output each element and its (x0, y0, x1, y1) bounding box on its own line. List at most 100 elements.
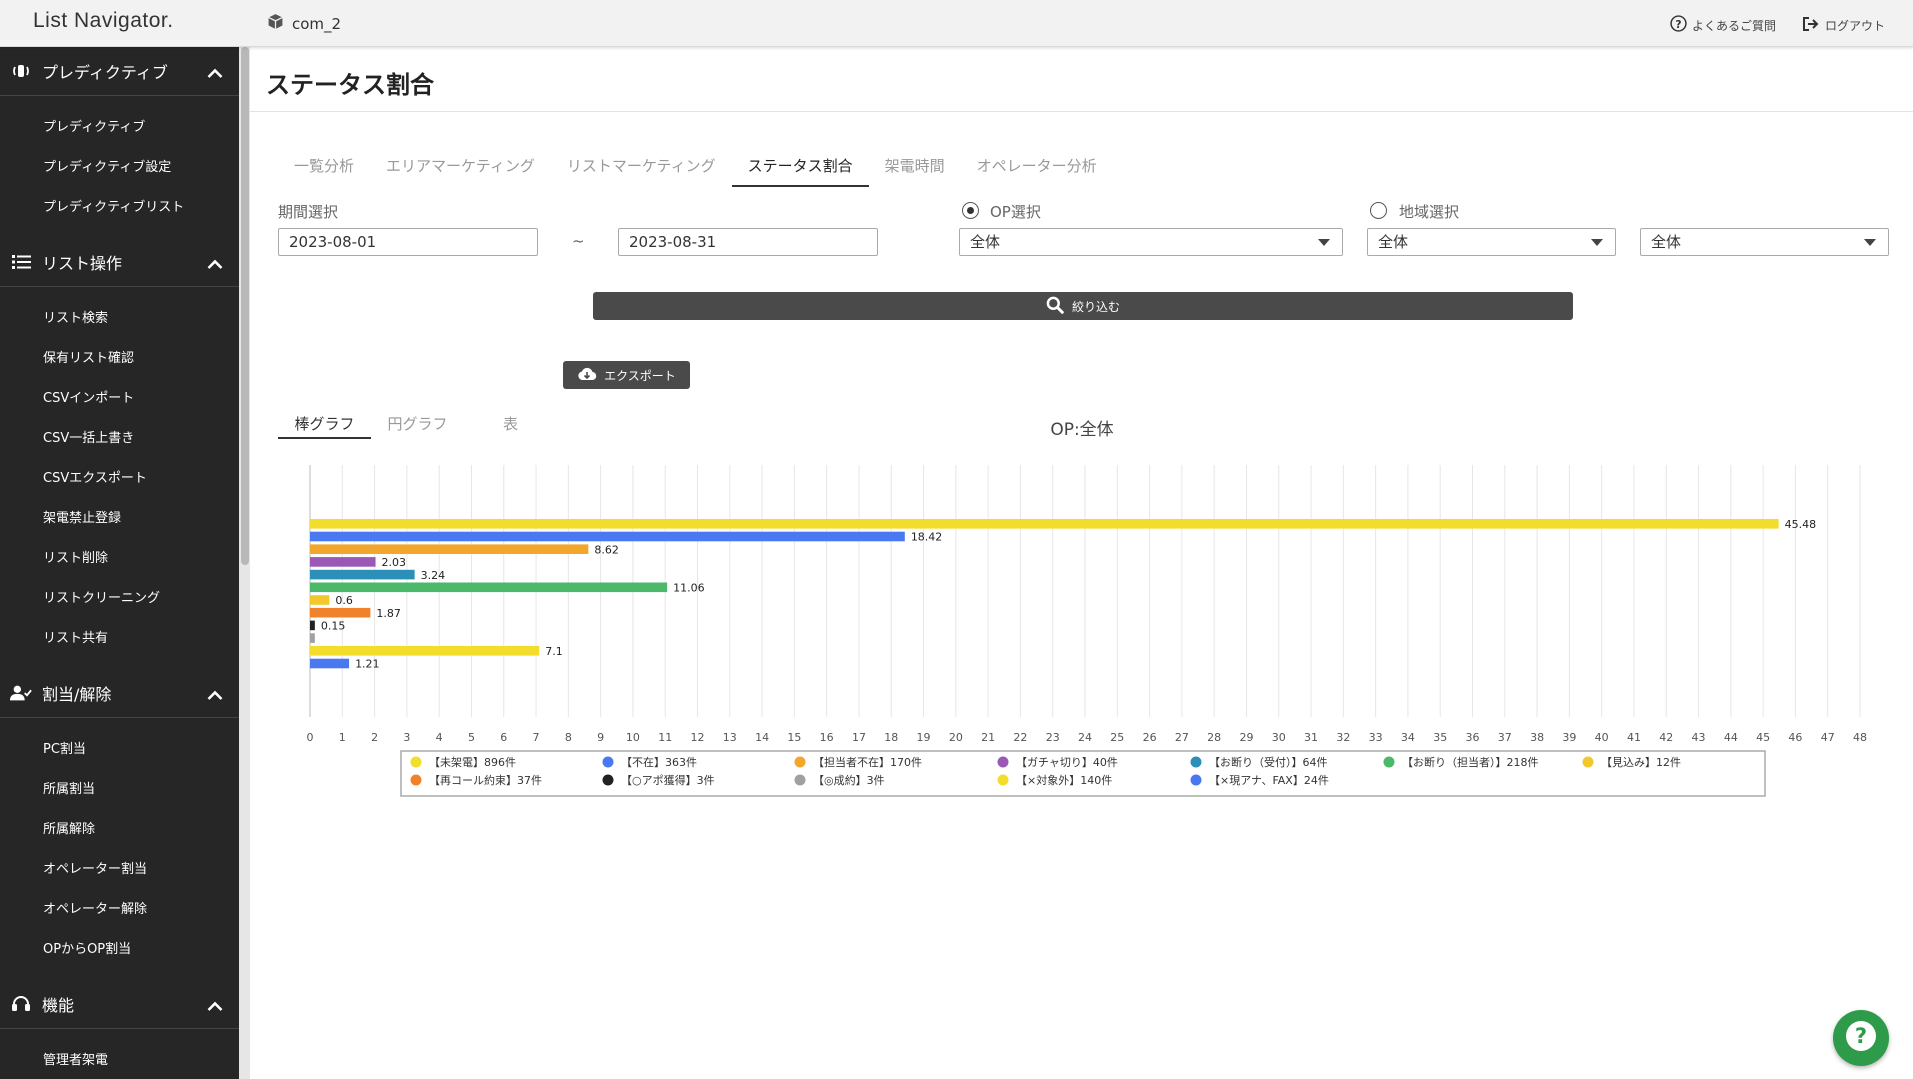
sidebar-item[interactable]: リスト共有 (0, 619, 239, 659)
main-content: ステータス割合 一覧分析 エリアマーケティング リストマーケティング ステータス割合架… (250, 47, 1913, 1079)
x-tick-label: 10 (626, 731, 640, 744)
bar-value-label: 7.1 (545, 645, 563, 658)
x-tick-label: 35 (1433, 731, 1447, 744)
x-tick-label: 38 (1530, 731, 1544, 744)
bar (310, 620, 315, 631)
legend-swatch (1582, 756, 1594, 768)
x-tick-label: 25 (1110, 731, 1124, 744)
app-logo[interactable]: List Navigator. (33, 9, 174, 33)
sidebar-section-items: プレディクティブ プレディクティブ設定 プレディクティブリスト (0, 96, 239, 238)
user-check-icon (10, 684, 32, 702)
legend-swatch (794, 756, 806, 768)
logout-link[interactable]: ログアウト (1802, 15, 1885, 35)
sidebar-section-1[interactable]: プレディクティブ (0, 47, 239, 96)
legend-swatch (794, 774, 806, 786)
x-tick-label: 48 (1853, 731, 1867, 744)
sidebar-item[interactable]: オペレーター解除 (0, 890, 239, 930)
sidebar-item[interactable]: プレディクティブ (0, 108, 239, 148)
sidebar-item[interactable]: 保有リスト確認 (0, 339, 239, 379)
x-tick-label: 30 (1272, 731, 1286, 744)
svg-text:?: ? (1855, 1024, 1867, 1048)
sidebar-item[interactable]: リスト検索 (0, 299, 239, 339)
x-tick-label: 46 (1788, 731, 1802, 744)
x-tick-label: 4 (436, 731, 443, 744)
x-tick-label: 11 (658, 731, 672, 744)
bar-value-label: 11.06 (673, 582, 705, 595)
x-tick-label: 42 (1659, 731, 1673, 744)
chevron-up-icon[interactable] (207, 64, 223, 83)
legend-label: 【再コール約束】37件 (429, 773, 542, 787)
sidebar-item[interactable]: CSVエクスポート (0, 459, 239, 499)
sidebar-item[interactable]: CSVインポート (0, 379, 239, 419)
x-tick-label: 45 (1756, 731, 1770, 744)
sidebar-section-title: 割当/解除 (42, 685, 112, 704)
bar (310, 595, 330, 605)
legend-label: 【担当者不在】170件 (813, 755, 922, 769)
x-tick-label: 24 (1078, 731, 1092, 744)
sidebar-item[interactable]: リストクリーニング (0, 579, 239, 619)
x-tick-label: 31 (1304, 731, 1318, 744)
sidebar-item[interactable]: CSV一括上書き (0, 419, 239, 459)
bar-value-label: 18.42 (911, 531, 943, 544)
question-circle-icon: ? (1670, 15, 1687, 35)
sidebar-section-3[interactable]: 割当/解除 (0, 669, 239, 718)
bar-value-label: 0.6 (335, 594, 353, 607)
sidebar: プレディクティブ プレディクティブ プレディクティブ設定 プレディクティブリスト リスト… (0, 47, 239, 1079)
sidebar-item[interactable]: プレディクティブ設定 (0, 148, 239, 188)
x-tick-label: 47 (1821, 731, 1835, 744)
legend-label: 【未架電】896件 (429, 756, 516, 769)
sidebar-item[interactable]: 所属解除 (0, 810, 239, 850)
legend-label: 【不在】363件 (621, 756, 697, 769)
legend-swatch (1190, 774, 1202, 786)
x-tick-label: 43 (1692, 731, 1706, 744)
status-bar-chart: OP:全体0 1 2 3 4 5 6 7 8 9 10 11 12 13 14 15 16 17 18 19 20 21 2… (307, 420, 1867, 797)
sidebar-item[interactable]: リスト削除 (0, 539, 239, 579)
bar (310, 582, 668, 593)
sidebar-item[interactable]: 所属割当 (0, 770, 239, 810)
legend-swatch (602, 774, 614, 786)
legend-label: 【見込み】12件 (1601, 756, 1681, 769)
x-tick-label: 1 (339, 731, 346, 744)
sidebar-item[interactable]: プレディクティブリスト (0, 188, 239, 228)
sidebar-item[interactable]: 管理者架電 (0, 1041, 239, 1079)
legend-swatch (602, 756, 614, 768)
x-tick-label: 33 (1369, 731, 1383, 744)
sidebar-item[interactable]: OPからOP割当 (0, 930, 239, 970)
legend-swatch (997, 756, 1009, 768)
legend-label: 【ガチャ切り】40件 (1016, 756, 1118, 769)
x-tick-label: 5 (468, 731, 475, 744)
x-tick-label: 41 (1627, 731, 1641, 744)
sidebar-item[interactable]: 架電禁止登録 (0, 499, 239, 539)
sidebar-section-2[interactable]: リスト操作 (0, 238, 239, 287)
x-tick-label: 2 (371, 731, 378, 744)
x-tick-label: 17 (852, 731, 866, 744)
company-name: com_2 (292, 14, 342, 33)
sidebar-item[interactable]: オペレーター割当 (0, 850, 239, 890)
chevron-up-icon[interactable] (207, 255, 223, 274)
legend-swatch (1190, 756, 1202, 768)
bar (310, 544, 589, 554)
legend-label: 【×対象外】140件 (1016, 773, 1112, 787)
list-icon (10, 254, 32, 270)
x-tick-label: 9 (597, 731, 604, 744)
faq-label: よくあるご質問 (1691, 18, 1776, 33)
bar (310, 607, 371, 618)
sidebar-item[interactable]: PC割当 (0, 730, 239, 770)
help-button[interactable]: ? (1833, 1010, 1889, 1066)
chevron-up-icon[interactable] (207, 997, 223, 1016)
sidebar-scrollbar-thumb[interactable] (241, 47, 249, 565)
bar (310, 531, 905, 542)
sidebar-section-title: 機能 (42, 996, 75, 1015)
x-tick-label: 32 (1336, 731, 1350, 744)
x-tick-label: 18 (884, 731, 898, 744)
x-tick-label: 21 (981, 731, 995, 744)
faq-link[interactable]: ? よくあるご質問 (1670, 15, 1776, 35)
x-tick-label: 40 (1595, 731, 1609, 744)
x-tick-label: 34 (1401, 731, 1415, 744)
x-tick-label: 6 (500, 731, 507, 744)
chevron-up-icon[interactable] (207, 686, 223, 705)
logout-icon (1802, 16, 1820, 35)
sidebar-section-items: 管理者架電リスト架電履歴 (0, 1029, 239, 1079)
sidebar-section-4[interactable]: 機能 (0, 980, 239, 1029)
help-question-icon: ? (1841, 1016, 1881, 1060)
